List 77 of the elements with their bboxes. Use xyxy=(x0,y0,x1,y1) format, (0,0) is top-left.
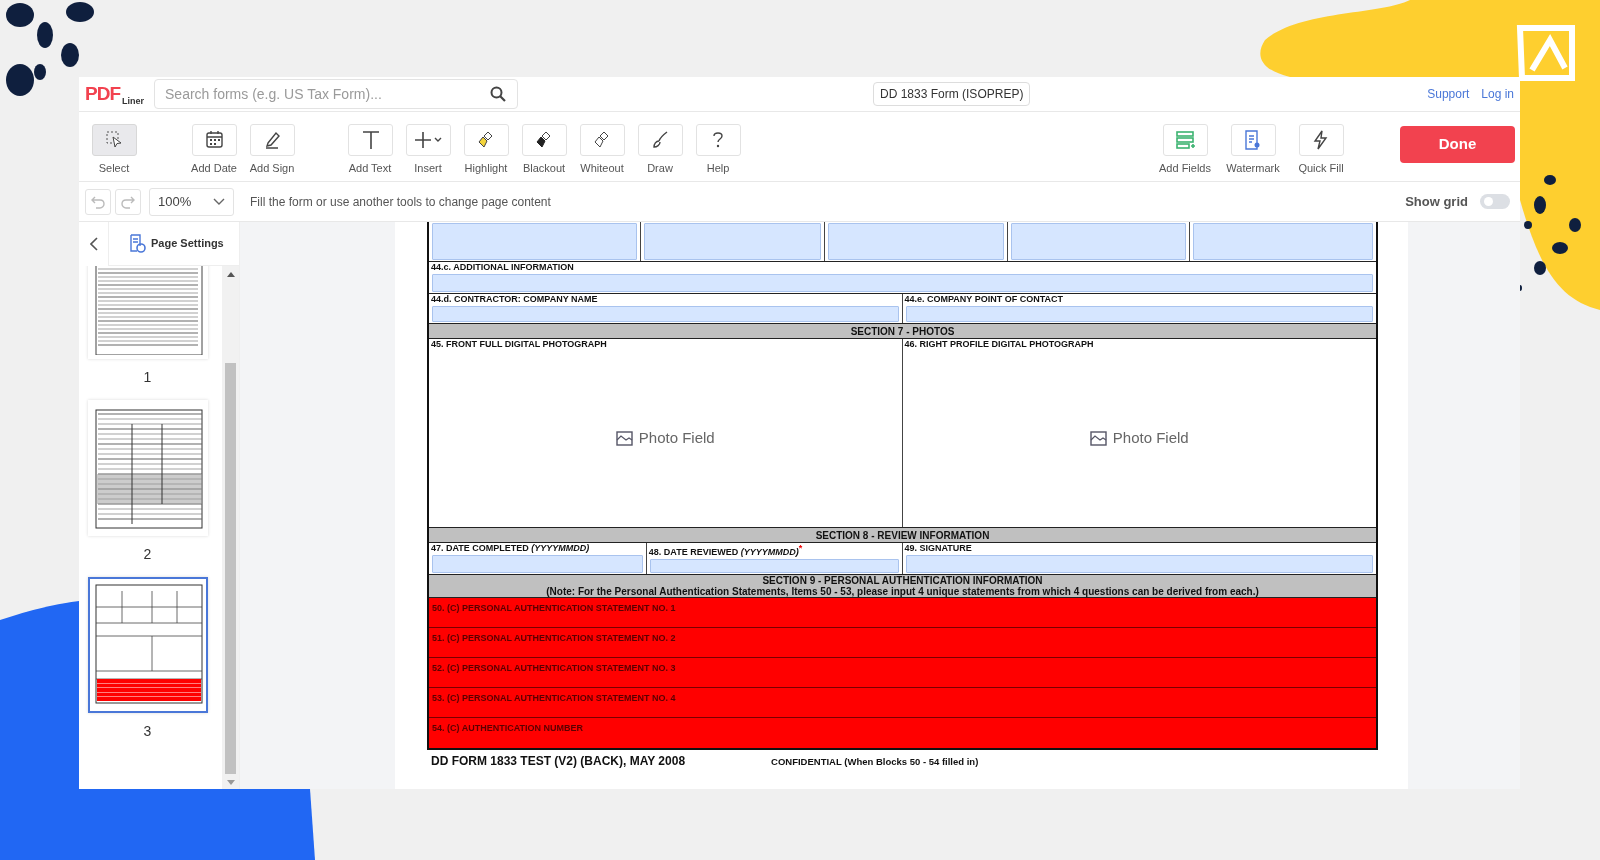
tool-button[interactable]: Add Sign xyxy=(243,124,301,177)
text-icon xyxy=(360,130,380,150)
tool-button[interactable]: Whiteout xyxy=(573,124,631,177)
tool-button[interactable]: Add Fields xyxy=(1156,124,1214,177)
logo-text: PDF xyxy=(85,81,120,106)
chevron-down-icon xyxy=(213,197,225,206)
form-identifier: DD FORM 1833 TEST (V2) (BACK), MAY 2008 xyxy=(431,753,686,770)
toggle-label: Show grid xyxy=(1405,192,1468,211)
redacted-field[interactable]: 50. (C) PERSONAL AUTHENTICATION STATEMENT NO. 1 xyxy=(429,598,1376,628)
redacted-field[interactable]: 51. (C) PERSONAL AUTHENTICATION STATEMENT NO. 2 xyxy=(429,628,1376,658)
search-field[interactable]: Search forms (e.g. US Tax Form)... xyxy=(154,79,518,109)
logo-subtext: Liner xyxy=(122,94,144,108)
input-field[interactable] xyxy=(905,306,1373,322)
scrollbar-thumb[interactable] xyxy=(225,363,236,774)
image-icon xyxy=(1089,430,1107,446)
image-icon xyxy=(615,430,633,446)
field-label: 44.e. COMPANY POINT OF CONTACT xyxy=(904,294,1064,305)
select-icon xyxy=(104,130,124,150)
document-title: DD 1833 Form (ISOPREP) xyxy=(873,82,1031,106)
tool-button[interactable]: Add Text xyxy=(341,124,399,177)
redacted-field[interactable]: 52. (C) PERSONAL AUTHENTICATION STATEMENT NO. 3 xyxy=(429,658,1376,688)
page-settings-icon xyxy=(129,233,147,254)
done-button[interactable]: Done xyxy=(1400,126,1515,163)
page-number: 1 xyxy=(143,368,152,387)
input-field[interactable] xyxy=(432,223,638,260)
list-icon xyxy=(1174,130,1196,150)
input-field[interactable] xyxy=(432,306,899,322)
header-link[interactable]: Support xyxy=(1427,85,1470,103)
field-label: 44.c. ADDITIONAL INFORMATION xyxy=(431,262,575,273)
header-link[interactable]: Log in xyxy=(1481,85,1514,103)
tool-button[interactable]: Help xyxy=(689,124,747,177)
input-field[interactable] xyxy=(905,555,1373,573)
photo-field[interactable]: Photo Field xyxy=(904,350,1374,526)
tool-button[interactable]: Highlight xyxy=(457,124,515,177)
chevron-left-icon xyxy=(89,236,98,251)
input-field[interactable] xyxy=(432,274,1373,292)
tool-button[interactable]: Insert xyxy=(399,124,457,177)
paintbrush-icon xyxy=(650,130,670,150)
confidentiality-note: CONFIDENTIAL (When Blocks 50 - 54 filled in) xyxy=(771,755,979,769)
section-note: (Note: For the Personal Authentication Statements, Items 50 - 53, please input 4 unique statements from which 4 questions can be derived from each.) xyxy=(546,586,1259,597)
search-icon xyxy=(490,86,506,102)
section-heading: SECTION 8 - REVIEW INFORMATION xyxy=(815,529,990,541)
photo-field[interactable]: Photo Field xyxy=(431,350,900,526)
tool-button[interactable]: Add Date xyxy=(185,124,243,177)
undo-button[interactable] xyxy=(85,188,111,215)
input-field[interactable] xyxy=(1193,223,1373,260)
input-field[interactable] xyxy=(649,559,899,573)
hint-text: Fill the form or use another tools to change page content xyxy=(250,193,551,211)
scroll-up-icon xyxy=(226,272,235,277)
zoom-dropdown[interactable]: 100% xyxy=(149,187,234,216)
page-settings-button[interactable]: Page Settings xyxy=(129,233,224,254)
tool-button[interactable]: Watermark xyxy=(1224,124,1282,177)
input-field[interactable] xyxy=(432,555,643,573)
redacted-field[interactable]: 53. (C) PERSONAL AUTHENTICATION STATEMENT NO. 4 xyxy=(429,688,1376,718)
tool-button[interactable]: Select xyxy=(85,124,143,177)
field-label: 44.d. CONTRACTOR: COMPANY NAME xyxy=(431,294,599,305)
field-label: 47. DATE COMPLETED (YYYYMMDD) xyxy=(431,543,591,554)
input-field[interactable] xyxy=(644,223,821,260)
calendar-icon xyxy=(204,130,224,150)
field-label: 46. RIGHT PROFILE DIGITAL PHOTOGRAPH xyxy=(904,339,1095,350)
tool-button[interactable]: Blackout xyxy=(515,124,573,177)
scroll-down-icon xyxy=(226,780,235,785)
section-heading: SECTION 9 - PERSONAL AUTHENTICATION INFORMATION xyxy=(762,575,1043,586)
redacted-field[interactable]: 54. (C) AUTHENTICATION NUMBER xyxy=(429,718,1376,748)
input-field[interactable] xyxy=(1010,223,1187,260)
field-label: 45. FRONT FULL DIGITAL PHOTOGRAPH xyxy=(431,339,608,350)
section-heading: SECTION 7 - PHOTOS xyxy=(850,325,955,337)
input-field[interactable] xyxy=(827,223,1004,260)
page-number: 2 xyxy=(143,545,152,564)
tool-button[interactable]: Draw xyxy=(631,124,689,177)
collapse-button[interactable] xyxy=(79,221,109,266)
plus-icon xyxy=(414,130,442,150)
tool-button[interactable]: Quick Fill xyxy=(1292,124,1350,177)
page-number: 3 xyxy=(143,722,152,741)
field-label: 49. SIGNATURE xyxy=(904,543,973,554)
toggle-switch[interactable] xyxy=(1480,194,1510,209)
redo-button[interactable] xyxy=(115,188,141,215)
